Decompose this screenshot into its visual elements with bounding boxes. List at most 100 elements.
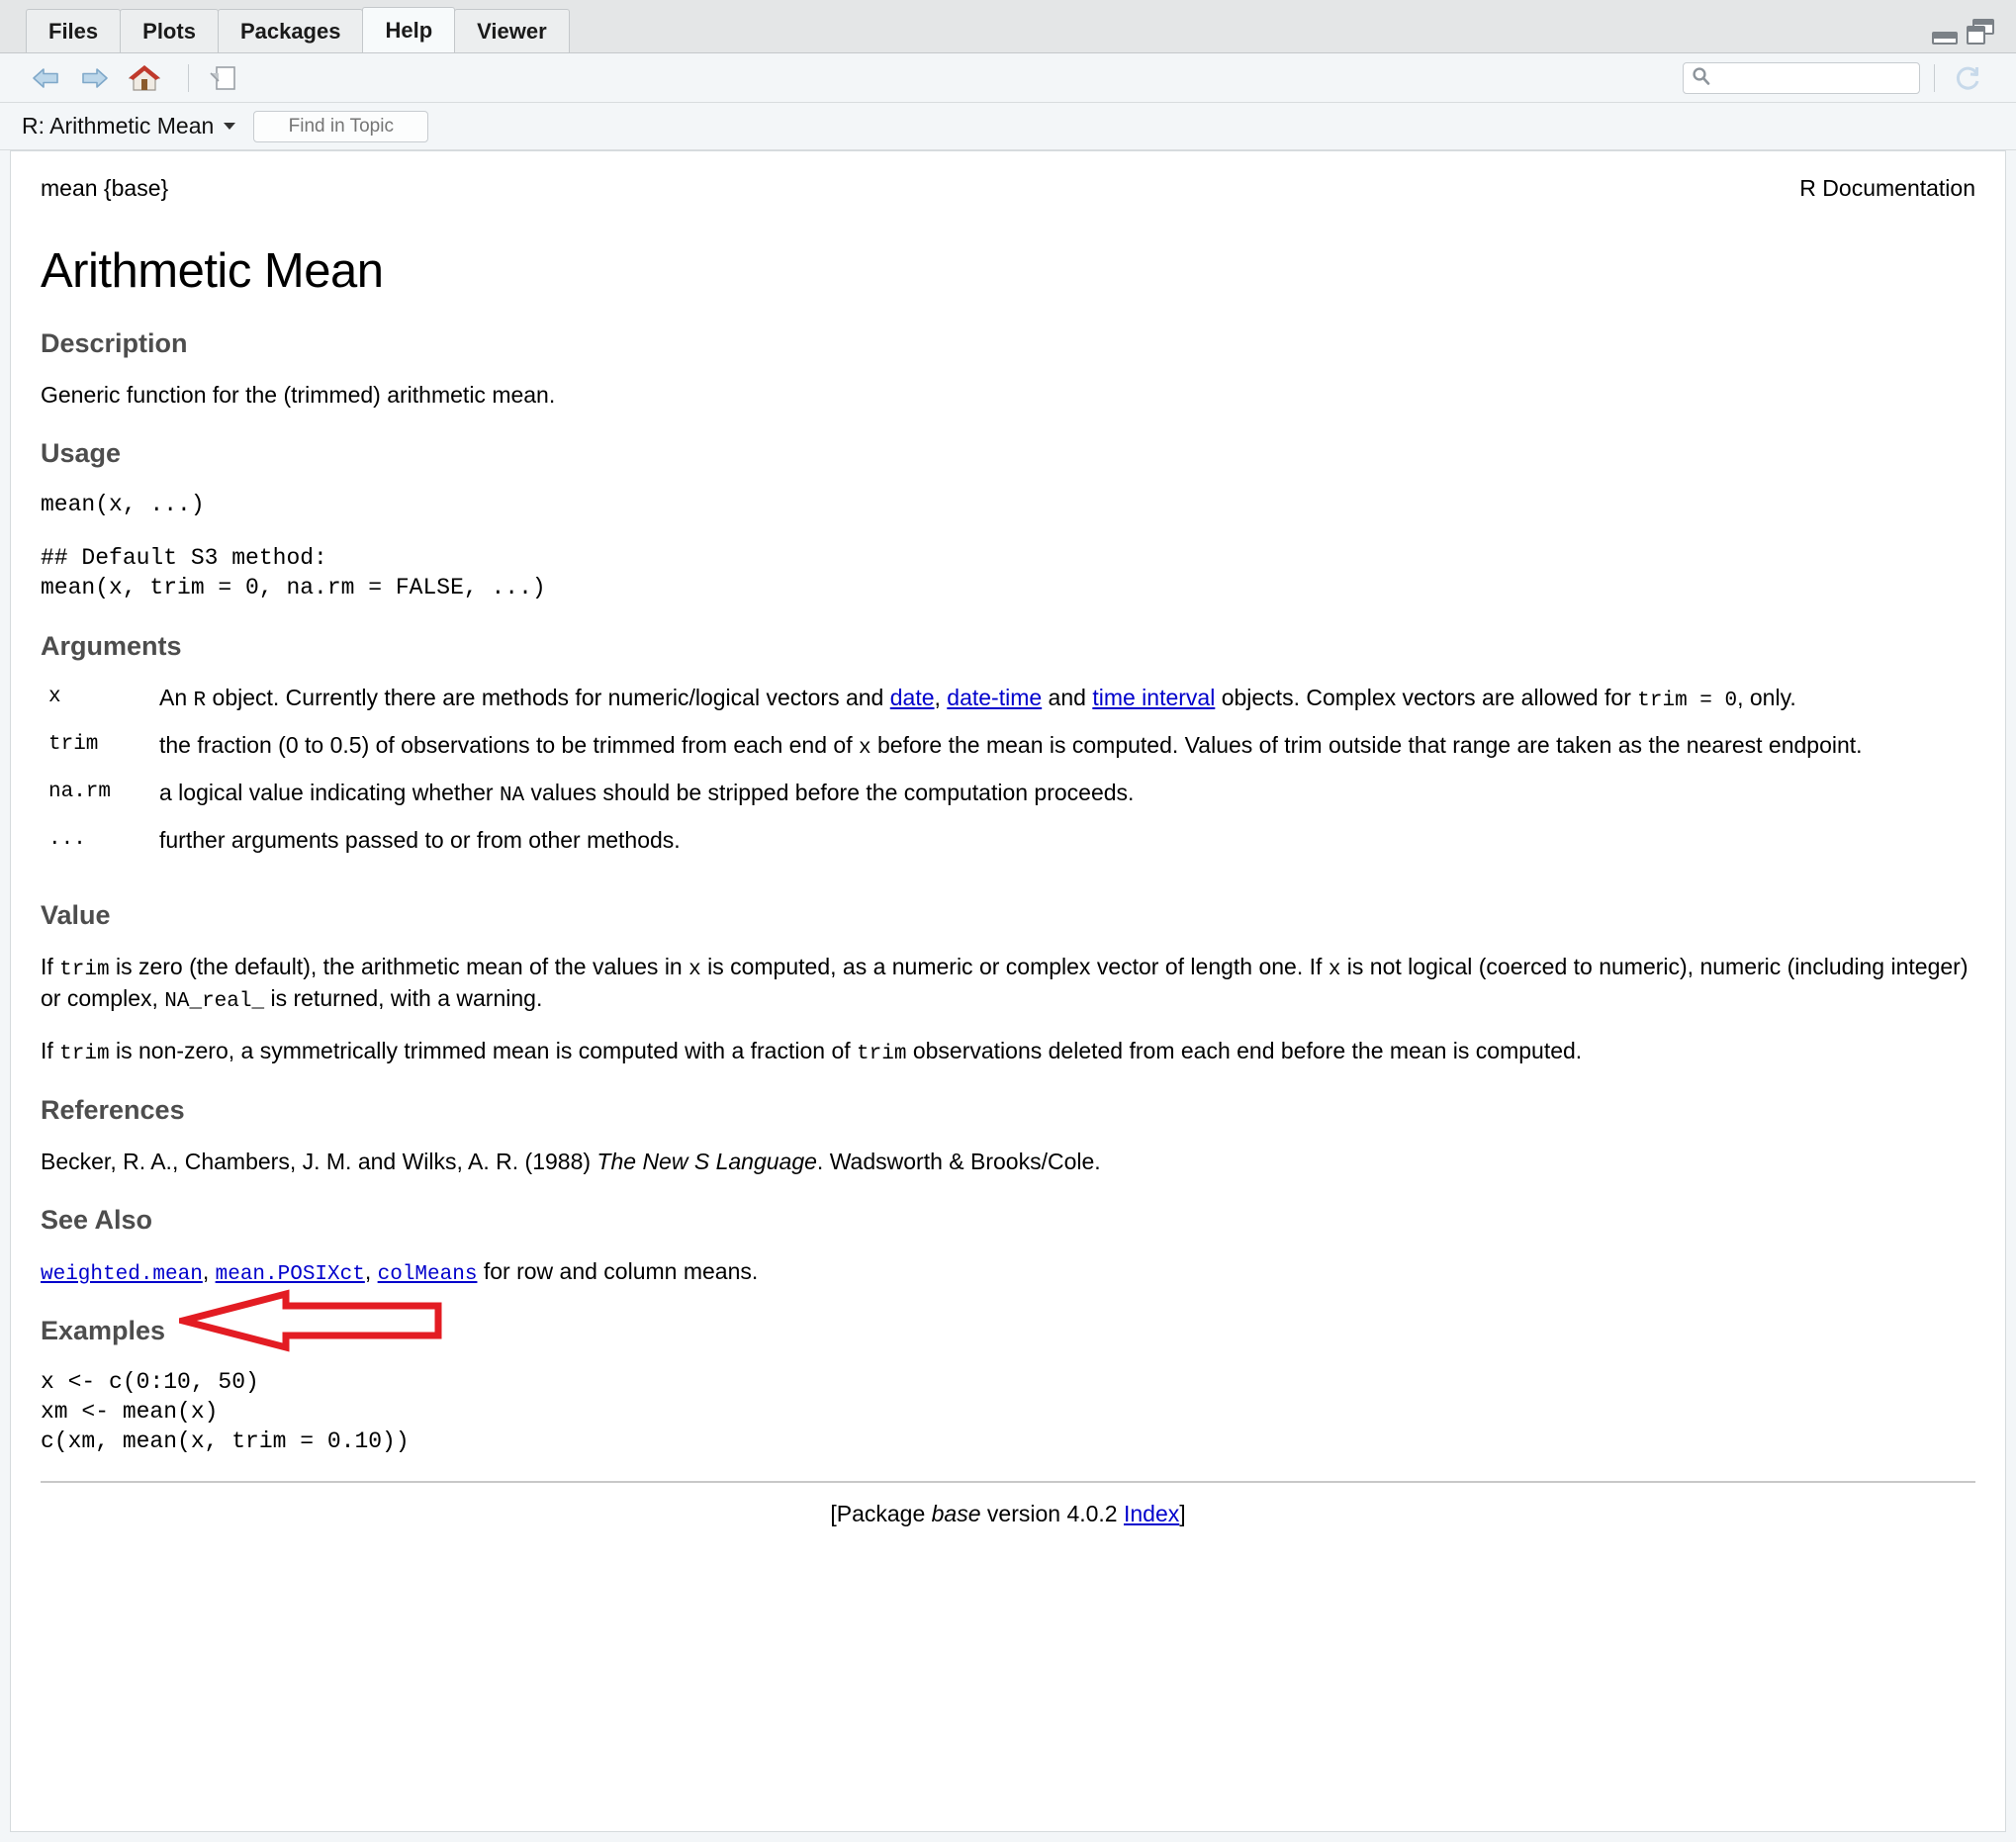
search-icon: [1692, 66, 1710, 90]
argument-desc-trim: the fraction (0 to 0.5) of observations …: [159, 731, 1975, 779]
text-run: An: [159, 684, 194, 710]
argument-desc-x: An R object. Currently there are methods…: [159, 684, 1975, 731]
tab-viewer[interactable]: Viewer: [454, 9, 570, 52]
table-row: x An R object. Currently there are metho…: [41, 684, 1975, 731]
text-run: is computed, as a numeric or complex vec…: [700, 954, 1329, 980]
link-weighted-mean[interactable]: weighted.mean: [41, 1263, 203, 1286]
text-run: ,: [364, 1258, 378, 1285]
text-run: version 4.0.2: [980, 1501, 1124, 1527]
link-date[interactable]: date: [890, 685, 935, 710]
argument-desc-na-rm: a logical value indicating whether NA va…: [159, 779, 1975, 826]
text-run: . Wadsworth & Brooks/Cole.: [816, 1149, 1101, 1175]
value-paragraph-1: If trim is zero (the default), the arith…: [41, 953, 1975, 1015]
text-run: observations deleted from each end befor…: [906, 1037, 1583, 1063]
inline-code: NA: [499, 784, 525, 808]
inline-code: x: [688, 959, 701, 982]
value-paragraph-2: If trim is non-zero, a symmetrically tri…: [41, 1037, 1975, 1067]
link-time-interval[interactable]: time interval: [1092, 685, 1215, 710]
usage-comment: ## Default S3 method:: [41, 544, 327, 571]
examples-heading-row: Examples: [41, 1289, 1975, 1352]
table-row: trim the fraction (0 to 0.5) of observat…: [41, 731, 1975, 779]
back-arrow-icon[interactable]: [26, 61, 65, 95]
toolbar-right-group: [1683, 61, 1998, 95]
text-run: If: [41, 954, 60, 980]
link-colmeans[interactable]: colMeans: [378, 1263, 478, 1286]
forward-arrow-icon[interactable]: [75, 61, 115, 95]
text-run: is returned, with a warning.: [264, 984, 543, 1011]
link-mean-posixct[interactable]: mean.POSIXct: [216, 1263, 365, 1286]
tab-packages[interactable]: Packages: [217, 9, 364, 52]
text-run: further arguments passed to or from othe…: [159, 827, 681, 854]
window-controls: [1932, 19, 1994, 45]
link-date-time[interactable]: date-time: [947, 685, 1042, 710]
text-run: for row and column means.: [477, 1258, 759, 1285]
references-text: Becker, R. A., Chambers, J. M. and Wilks…: [41, 1148, 1975, 1177]
inline-code: trim: [59, 1042, 110, 1065]
find-in-topic-input[interactable]: [259, 114, 422, 138]
section-heading-arguments: Arguments: [41, 630, 182, 661]
topic-bar: R: Arithmetic Mean: [0, 103, 2016, 150]
usage-code-2: ## Default S3 method: mean(x, trim = 0, …: [41, 544, 1975, 603]
tab-files[interactable]: Files: [26, 9, 122, 52]
toolbar-divider-2: [1934, 63, 1935, 92]
toolbar-divider: [188, 63, 189, 92]
topic-package-label: mean {base}: [41, 175, 169, 201]
text-run: is non-zero, a symmetrically trimmed mea…: [109, 1037, 858, 1063]
maximize-icon[interactable]: [1967, 19, 1994, 45]
argument-name-dots: ...: [48, 828, 86, 852]
text-run: is zero (the default), the arithmetic me…: [109, 954, 689, 980]
search-input[interactable]: [1716, 66, 1908, 89]
tab-help[interactable]: Help: [362, 7, 456, 52]
minimize-icon[interactable]: [1932, 32, 1958, 45]
section-heading-references: References: [41, 1095, 185, 1126]
package-name: base: [931, 1501, 981, 1527]
text-run: values should be stripped before the com…: [524, 780, 1135, 806]
find-in-topic-box[interactable]: [253, 110, 429, 142]
examples-code: x <- c(0:10, 50) xm <- mean(x) c(xm, mea…: [41, 1369, 410, 1455]
tab-plots[interactable]: Plots: [120, 9, 219, 52]
help-document: mean {base} R Documentation Arithmetic M…: [11, 151, 2005, 1527]
document-footer: [Package base version 4.0.2 Index]: [41, 1501, 1975, 1527]
argument-desc-dots: further arguments passed to or from othe…: [159, 826, 1975, 873]
refresh-icon[interactable]: [1949, 61, 1988, 95]
footer-divider: [41, 1481, 1975, 1484]
text-run: If: [41, 1037, 60, 1063]
annotation-arrow-left-icon: [179, 1289, 442, 1352]
inline-code: trim: [857, 1042, 907, 1065]
text-run: [Package: [830, 1501, 932, 1527]
description-text: Generic function for the (trimmed) arith…: [41, 382, 556, 408]
text-run: , only.: [1737, 684, 1796, 710]
document-header: mean {base} R Documentation: [41, 175, 1975, 206]
table-row: ... further arguments passed to or from …: [41, 826, 1975, 873]
arguments-table: x An R object. Currently there are metho…: [41, 684, 1975, 874]
see-also-text: weighted.mean, mean.POSIXct, colMeans fo…: [41, 1257, 1975, 1288]
show-in-new-window-icon[interactable]: [203, 61, 242, 95]
search-box[interactable]: [1683, 61, 1920, 94]
section-heading-usage: Usage: [41, 437, 122, 468]
usage-code-1: mean(x, ...): [41, 491, 205, 517]
home-icon[interactable]: [125, 61, 164, 95]
topic-title[interactable]: R: Arithmetic Mean: [22, 113, 214, 139]
table-row: na.rm a logical value indicating whether…: [41, 779, 1975, 826]
pane-tabstrip: Files Plots Packages Help Viewer: [0, 0, 2016, 53]
text-run: a logical value indicating whether: [159, 780, 500, 806]
section-heading-description: Description: [41, 328, 188, 358]
text-run: before the mean is computed. Values of t…: [871, 731, 1863, 758]
inline-code: x: [1328, 959, 1341, 982]
page-title: Arithmetic Mean: [41, 244, 384, 298]
text-run: ,: [202, 1258, 216, 1285]
book-title: The New S Language: [596, 1149, 817, 1175]
text-run: and: [1042, 684, 1093, 710]
argument-name-na-rm: na.rm: [48, 781, 112, 804]
link-index[interactable]: Index: [1124, 1501, 1179, 1526]
r-documentation-label: R Documentation: [1799, 175, 1975, 201]
chevron-down-icon[interactable]: [224, 123, 236, 130]
inline-code: NA_real_: [164, 989, 265, 1013]
text-run: object. Currently there are methods for …: [206, 684, 890, 710]
text-run: ]: [1179, 1501, 1186, 1527]
text-run: objects. Complex vectors are allowed for: [1215, 684, 1638, 710]
inline-code: x: [858, 736, 871, 760]
inline-code: trim = 0: [1637, 689, 1738, 712]
help-toolbar: [0, 53, 2016, 103]
argument-name-trim: trim: [48, 732, 99, 756]
